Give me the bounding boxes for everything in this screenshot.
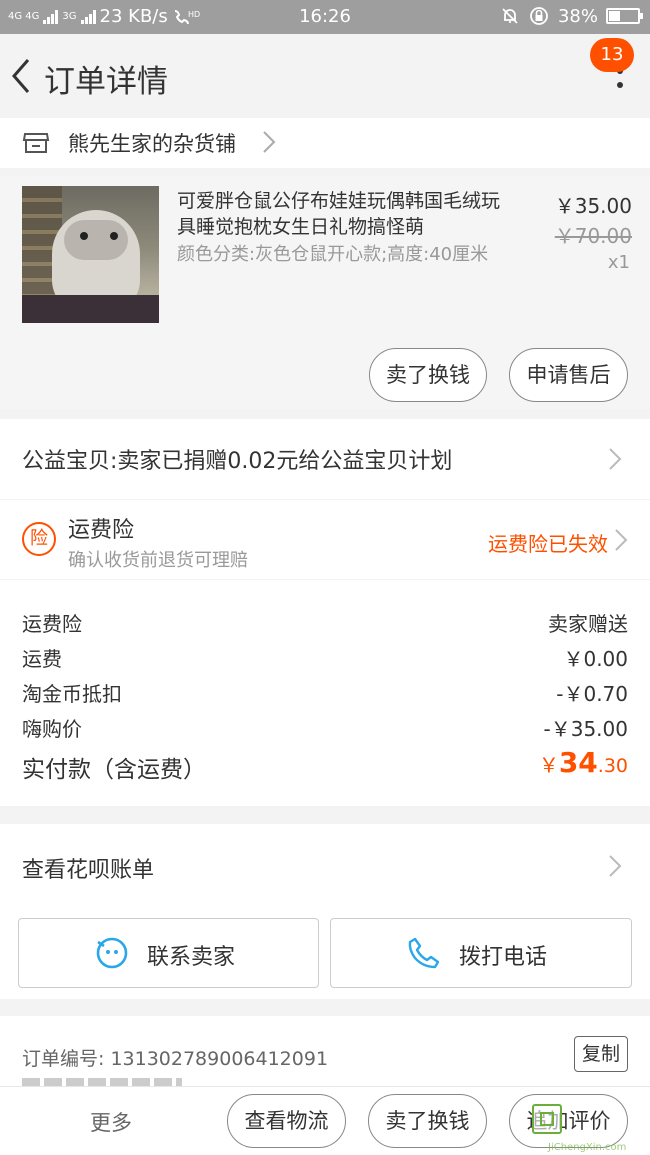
insurance-subtitle: 确认收货前退货可理赔 [68,550,248,571]
insurance-title: 运费险 [68,518,135,543]
mute-bell-icon [502,8,518,24]
more-menu-icon[interactable] [616,68,624,104]
payment-summary: 运费险 卖家赠送 运费 ￥0.00 淘金币抵扣 -￥0.70 嗨购价 -￥35.… [0,580,650,806]
total-amount-int: 34 [558,746,598,779]
charity-text: 公益宝贝:卖家已捐赠0.02元给公益宝贝计划 [22,449,453,474]
page-title: 订单详情 [44,64,168,100]
call-button[interactable]: 拨打电话 [330,918,632,988]
fee-label: 运费 [22,647,62,671]
status-right: 38% [500,5,643,27]
sell-button[interactable]: 卖了换钱 [369,348,487,402]
order-item[interactable]: 可爱胖仓鼠公仔布娃娃玩偶韩国毛绒玩具睡觉抱枕女生日礼物搞怪萌 颜色分类:灰色仓鼠… [0,176,650,409]
shop-name[interactable]: 熊先生家的杂货铺 [68,128,236,158]
fee-row: 运费险 卖家赠送 [22,608,628,638]
contact-seller-button[interactable]: 联系卖家 [18,918,319,988]
charity-row[interactable]: 公益宝贝:卖家已捐赠0.02元给公益宝贝计划 [0,419,650,499]
header: 订单详情 13 [0,34,650,118]
back-arrow-icon[interactable] [8,56,34,96]
fee-row: 淘金币抵扣 -￥0.70 [22,678,628,708]
fee-label: 淘金币抵扣 [22,682,122,706]
insurance-icon: 险 [22,522,56,556]
total-amount: ￥34.30 [539,746,628,779]
call-label: 拨打电话 [459,945,548,970]
product-price: ￥35.00 [554,194,632,218]
after-sale-button[interactable]: 申请售后 [509,348,628,402]
huabei-bill-row[interactable]: 查看花呗账单 [0,824,650,908]
order-number: 订单编号: 131302789006412091 [22,1048,329,1070]
battery-fill [609,11,621,21]
store-icon [22,133,50,153]
total-label: 实付款（含运费） [22,757,206,783]
huabei-text: 查看花呗账单 [22,858,155,883]
clipped-text [22,1078,182,1086]
more-button[interactable]: 更多 [90,1107,132,1137]
fee-value: -￥35.00 [543,717,628,741]
fee-value: ￥0.00 [563,647,628,671]
copy-button[interactable]: 复制 [574,1036,628,1072]
view-logistics-button[interactable]: 查看物流 [227,1094,346,1148]
insurance-status: 运费险已失效 [488,532,608,556]
fee-label: 运费险 [22,612,82,636]
shipping-insurance-row[interactable]: 险 运费险 确认收货前退货可理赔 运费险已失效 [0,500,650,579]
chevron-right-icon [609,448,622,470]
status-bar: 4G 4G 3G 23 KB/s HD 16:26 38% [0,0,650,34]
fee-label: 嗨购价 [22,717,82,741]
fee-value: 卖家赠送 [548,612,628,636]
watermark-text: JiChengXin.com [548,1142,627,1153]
product-sku: 颜色分类:灰色仓鼠开心款;高度:40厘米 [177,244,489,265]
shop-row[interactable]: 熊先生家的杂货铺 [0,118,650,168]
watermark-logo [532,1104,562,1134]
total-currency: ￥ [538,753,559,777]
chat-bubble-icon [96,937,128,969]
battery-icon [606,8,643,24]
product-image[interactable] [22,186,159,323]
fee-row: 嗨购价 -￥35.00 [22,713,628,743]
contact-section: 联系卖家 拨打电话 [0,908,650,999]
chevron-right-icon [615,529,628,551]
product-title[interactable]: 可爱胖仓鼠公仔布娃娃玩偶韩国毛绒玩具睡觉抱枕女生日礼物搞怪萌 [177,188,517,240]
product-original-price: ￥70.00 [554,224,632,248]
total-amount-dec: .30 [597,755,628,777]
lock-rotation-icon [530,7,548,25]
fee-value: -￥0.70 [556,682,628,706]
total-row: 实付款（含运费） ￥34.30 [22,746,628,786]
order-info: 订单编号: 131302789006412091 复制 [0,1016,650,1086]
battery-percent: 38% [557,5,598,27]
message-badge[interactable]: 13 [590,38,634,72]
fee-row: 运费 ￥0.00 [22,643,628,673]
phone-icon [408,937,440,969]
add-review-button[interactable]: 追加评价 [509,1094,628,1148]
product-quantity: x1 [607,252,630,273]
contact-seller-label: 联系卖家 [147,945,236,970]
chevron-right-icon [609,855,622,877]
chevron-right-icon [263,131,276,153]
sell-button-bottom[interactable]: 卖了换钱 [368,1094,487,1148]
